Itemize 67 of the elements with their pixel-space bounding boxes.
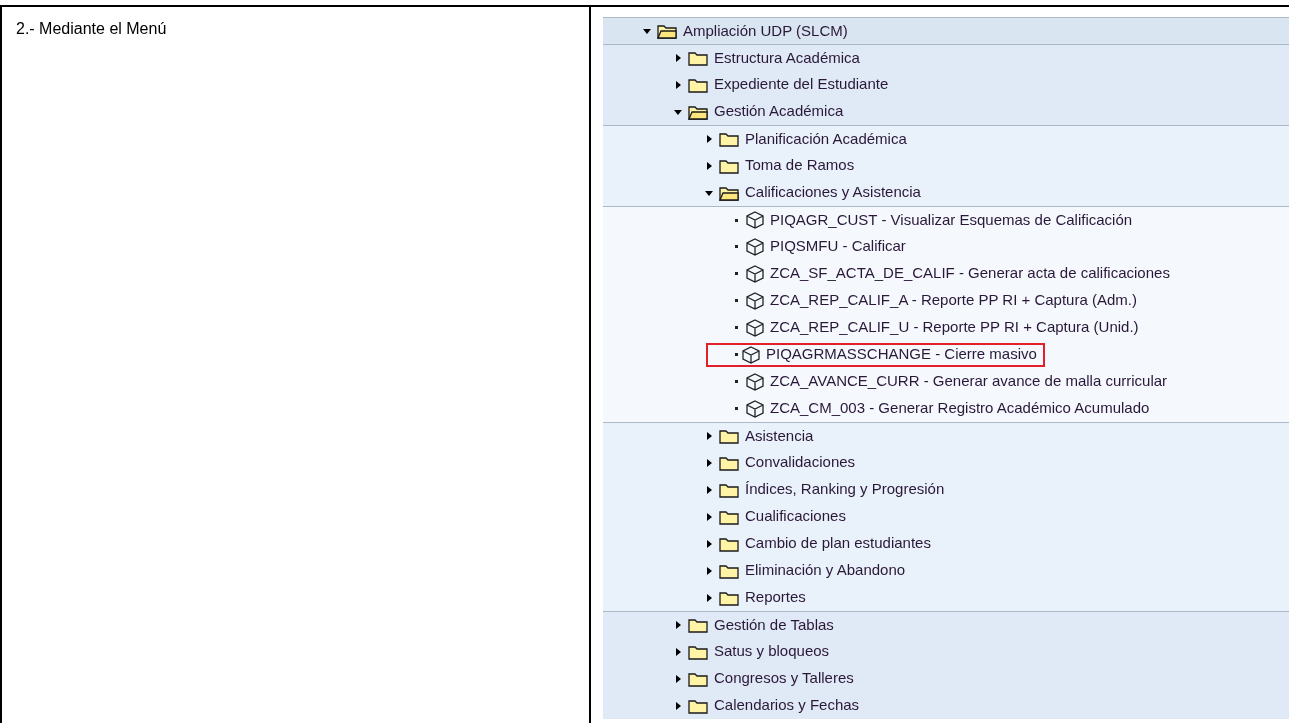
- folder-label[interactable]: Reportes: [745, 586, 806, 609]
- collapsed-arrow-icon[interactable]: [705, 458, 713, 467]
- folder-label[interactable]: Gestión Académica: [714, 100, 844, 123]
- folder-icon: [719, 481, 739, 498]
- folder-icon: [688, 697, 708, 714]
- expanded-arrow-icon[interactable]: [674, 107, 682, 116]
- collapsed-arrow-icon[interactable]: [705, 539, 713, 548]
- step-text: 2.- Mediante el Menú: [16, 20, 167, 37]
- bullet-icon: [735, 380, 738, 383]
- folder-label[interactable]: Gestión de Tablas: [714, 613, 834, 637]
- folder-icon: [719, 454, 739, 471]
- collapsed-arrow-icon[interactable]: [674, 647, 682, 656]
- open-folder-icon: [719, 184, 739, 201]
- bullet-icon: [735, 299, 738, 302]
- folder-icon: [719, 562, 739, 579]
- folder-icon: [719, 589, 739, 606]
- collapsed-arrow-icon[interactable]: [674, 701, 682, 710]
- folder-label[interactable]: Eliminación y Abandono: [745, 559, 906, 582]
- bullet-icon: [735, 353, 738, 356]
- collapsed-arrow-icon[interactable]: [705, 161, 713, 170]
- collapsed-arrow-icon[interactable]: [674, 80, 682, 89]
- folder-label[interactable]: Convalidaciones: [745, 451, 856, 474]
- folder-label[interactable]: Toma de Ramos: [745, 154, 855, 177]
- bullet-icon: [735, 272, 738, 275]
- collapsed-arrow-icon[interactable]: [674, 621, 682, 629]
- collapsed-arrow-icon[interactable]: [674, 674, 682, 683]
- folder-label[interactable]: Asistencia: [745, 424, 814, 448]
- folder-label[interactable]: Satus y bloqueos: [714, 640, 830, 663]
- folder-icon: [688, 643, 708, 660]
- folder-label[interactable]: Congresos y Talleres: [714, 667, 854, 690]
- collapsed-arrow-icon[interactable]: [705, 485, 713, 494]
- folder-icon: [688, 76, 708, 93]
- collapsed-arrow-icon[interactable]: [705, 432, 713, 440]
- folder-icon: [688, 50, 708, 66]
- collapsed-arrow-icon[interactable]: [705, 593, 713, 602]
- bullet-icon: [735, 407, 738, 410]
- cube-icon: [742, 345, 760, 364]
- folder-label[interactable]: Estructura Académica: [714, 46, 860, 70]
- folder-icon: [688, 670, 708, 687]
- bullet-icon: [735, 326, 738, 329]
- folder-icon: [719, 508, 739, 525]
- cube-icon: [746, 318, 764, 337]
- cube-icon: [746, 372, 764, 391]
- folder-label[interactable]: Cualificaciones: [745, 505, 846, 528]
- folder-icon: [719, 157, 739, 174]
- collapsed-arrow-icon[interactable]: [705, 512, 713, 521]
- collapsed-arrow-icon[interactable]: [674, 54, 682, 62]
- bullet-icon: [735, 218, 738, 222]
- open-folder-icon: [688, 103, 708, 120]
- folder-icon: [688, 617, 708, 633]
- highlight-frame[interactable]: PIQAGRMASSCHANGE - Cierre masivo: [706, 342, 1045, 367]
- expanded-arrow-icon[interactable]: [643, 27, 651, 35]
- collapsed-arrow-icon[interactable]: [705, 135, 713, 143]
- transaction-label[interactable]: PIQAGRMASSCHANGE - Cierre masivo: [766, 343, 1037, 366]
- expanded-arrow-icon[interactable]: [705, 188, 713, 197]
- bullet-icon: [735, 245, 738, 248]
- folder-icon: [719, 535, 739, 552]
- folder-icon: [719, 428, 739, 444]
- folder-label[interactable]: Calendarios y Fechas: [714, 694, 860, 717]
- cube-icon: [746, 399, 764, 418]
- folder-icon: [719, 131, 739, 147]
- cube-icon: [746, 237, 764, 256]
- cube-icon: [746, 264, 764, 283]
- collapsed-arrow-icon[interactable]: [705, 566, 713, 575]
- cube-icon: [746, 291, 764, 310]
- open-folder-icon: [657, 23, 677, 39]
- cube-icon: [746, 211, 764, 229]
